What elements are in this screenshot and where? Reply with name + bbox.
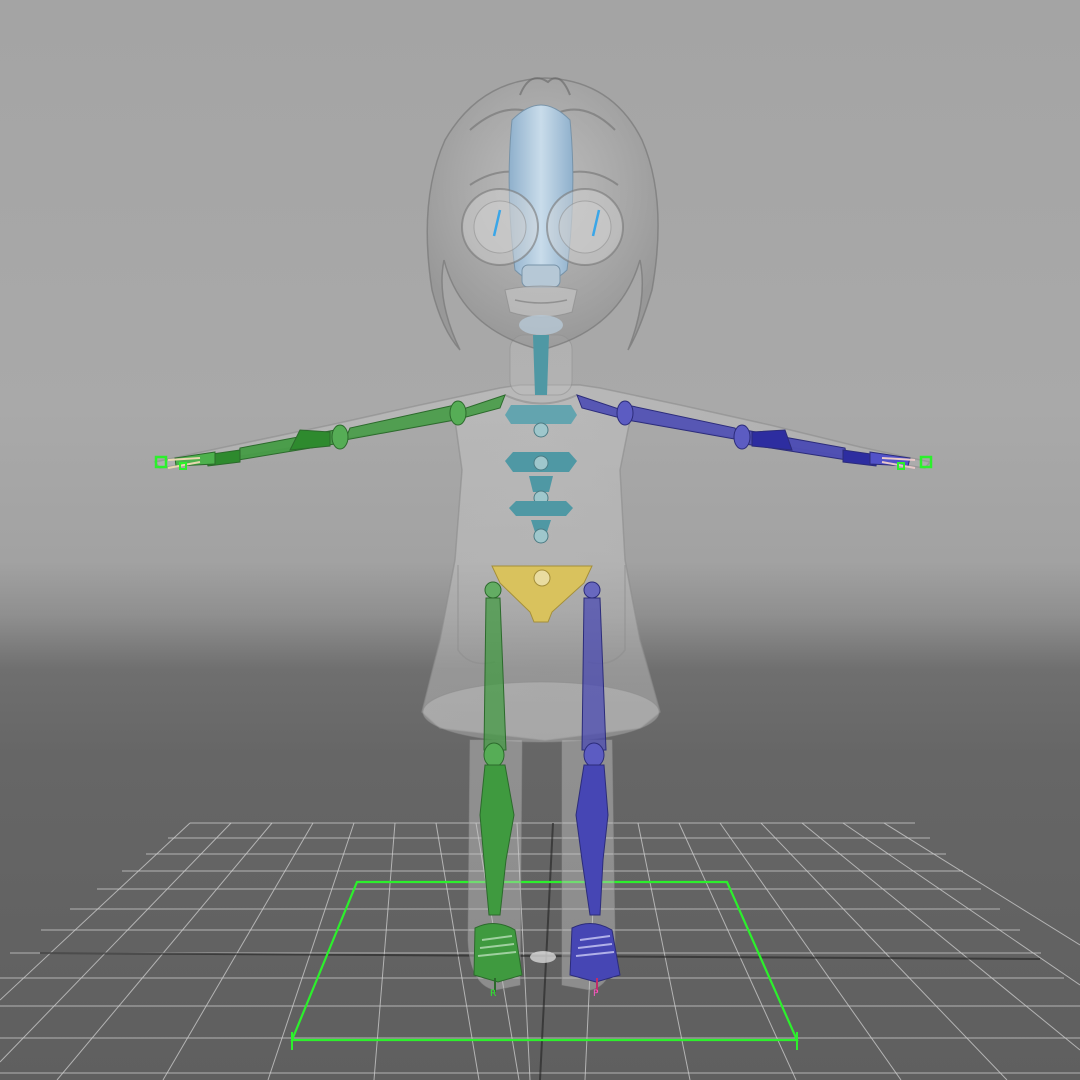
left-foot-label: P — [593, 989, 599, 999]
right-arm-joints[interactable] — [167, 394, 506, 469]
3d-viewport[interactable]: R P — [0, 0, 1080, 1080]
viewport-canvas — [0, 77, 1080, 1080]
character-head[interactable] — [426, 77, 659, 351]
center-pivot[interactable] — [530, 951, 556, 963]
right-foot-label: R — [490, 989, 497, 999]
